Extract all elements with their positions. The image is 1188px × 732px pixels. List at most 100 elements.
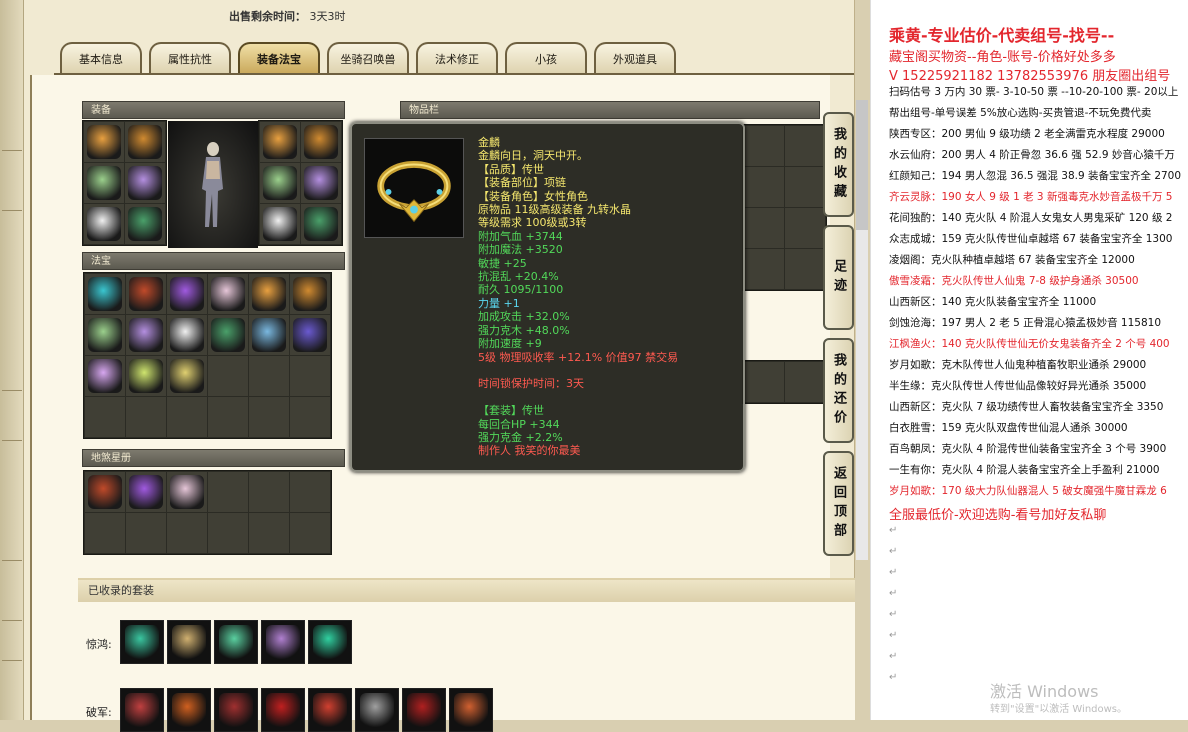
equipment-item-icon [304, 125, 338, 159]
fabao-slot[interactable] [290, 274, 330, 314]
fabao-slot[interactable] [208, 274, 248, 314]
inventory-slot[interactable] [744, 126, 784, 166]
tab-attributes[interactable]: 属性抗性 [149, 42, 231, 74]
suit-item-icon[interactable] [261, 620, 305, 664]
earth-star-slot[interactable] [85, 513, 125, 553]
suit-item-icon[interactable] [167, 688, 211, 732]
earth-star-slot[interactable] [249, 513, 289, 553]
suit-item-icon[interactable] [355, 688, 399, 732]
inventory-slot[interactable] [744, 249, 784, 289]
suit-item-icon[interactable] [308, 688, 352, 732]
equipment-slot[interactable] [125, 204, 165, 244]
fabao-slot[interactable] [249, 315, 289, 355]
suit-item-icon[interactable] [449, 688, 493, 732]
inventory-slot[interactable] [744, 362, 784, 402]
fabao-slot[interactable] [126, 274, 166, 314]
suit-item-icon[interactable] [214, 688, 258, 732]
equipment-slot[interactable] [125, 163, 165, 203]
tab-children[interactable]: 小孩 [505, 42, 587, 74]
inventory-panel-title: 物品栏 [400, 101, 820, 119]
fabao-slot[interactable] [85, 274, 125, 314]
inventory-slot[interactable] [785, 362, 825, 402]
tab-spell-correction[interactable]: 法术修正 [416, 42, 498, 74]
equipment-slot[interactable] [301, 204, 341, 244]
fabao-slot[interactable] [290, 356, 330, 396]
price-list-line: 凌烟阁：克火队种植卓越塔 67 装备宝宝齐全 12000 [889, 254, 1135, 266]
fabao-slot[interactable] [249, 274, 289, 314]
suit-item-icon[interactable] [261, 688, 305, 732]
earth-star-slot[interactable] [167, 513, 207, 553]
price-list-line: 岁月如歌：170 级大力队仙器混人 5 破女魔强牛魔甘霖龙 6 [889, 485, 1167, 497]
item-attribute-line: 原物品 11级高级装备 九转水晶 [478, 203, 631, 217]
suit-item-icon[interactable] [402, 688, 446, 732]
footprint-button[interactable]: 足迹 [823, 225, 854, 330]
back-to-top-button[interactable]: 返回顶部 [823, 451, 854, 556]
inventory-slot[interactable] [744, 208, 784, 248]
fabao-slot[interactable] [290, 315, 330, 355]
tab-basic-info[interactable]: 基本信息 [60, 42, 142, 74]
my-favorites-button[interactable]: 我的收藏 [823, 112, 854, 217]
suit-item-icon[interactable] [120, 688, 164, 732]
inventory-slot[interactable] [744, 167, 784, 207]
earth-star-slot[interactable] [167, 472, 207, 512]
price-list-line: 江枫渔火：140 克火队传世仙无价女鬼装备齐全 2 个号 400 [889, 338, 1170, 350]
equipment-slot[interactable] [301, 122, 341, 162]
fabao-item-icon [293, 277, 327, 311]
earth-star-slot[interactable] [208, 513, 248, 553]
suit-item-icon[interactable] [120, 620, 164, 664]
price-list-line: 齐云灵脉：190 女人 9 级 1 老 3 新强毒克水妙音孟极千万 5 [889, 191, 1173, 203]
equipment-slot[interactable] [84, 122, 124, 162]
earth-star-slot[interactable] [126, 472, 166, 512]
fabao-slot[interactable] [126, 356, 166, 396]
equipment-slot[interactable] [125, 122, 165, 162]
suit-item-icon[interactable] [167, 620, 211, 664]
page-scrollbar-thumb[interactable] [856, 100, 868, 230]
earth-star-slot[interactable] [208, 472, 248, 512]
suit-item-icon[interactable] [308, 620, 352, 664]
fabao-slot[interactable] [85, 397, 125, 437]
item-attribute-line [478, 391, 740, 404]
fabao-slot[interactable] [85, 356, 125, 396]
tab-equipment-fabao[interactable]: 装备法宝 [238, 42, 320, 74]
equipment-slot[interactable] [301, 163, 341, 203]
earth-star-slot[interactable] [85, 472, 125, 512]
inventory-slot[interactable] [785, 167, 825, 207]
earth-star-slot[interactable] [290, 472, 330, 512]
tab-mounts-summons[interactable]: 坐骑召唤兽 [327, 42, 409, 74]
equipment-slot[interactable] [260, 122, 300, 162]
fabao-slot[interactable] [290, 397, 330, 437]
equipment-slot[interactable] [84, 204, 124, 244]
fabao-slot[interactable] [167, 274, 207, 314]
earth-star-slot[interactable] [126, 513, 166, 553]
fabao-slot[interactable] [208, 315, 248, 355]
fabao-item-icon [88, 277, 122, 311]
fabao-slot[interactable] [208, 397, 248, 437]
suit-item-icon[interactable] [214, 620, 258, 664]
fabao-slot[interactable] [85, 315, 125, 355]
fabao-slot[interactable] [167, 397, 207, 437]
price-list-line: 陕西专区：200 男仙 9 级功绩 2 老全满雷克水程度 29000 [889, 128, 1165, 140]
inventory-slot[interactable] [785, 208, 825, 248]
fabao-slot[interactable] [167, 315, 207, 355]
fabao-slot[interactable] [249, 397, 289, 437]
fabao-slot[interactable] [126, 397, 166, 437]
my-counteroffer-button[interactable]: 我的还价 [823, 338, 854, 443]
equipment-slot[interactable] [260, 163, 300, 203]
equipment-grid-right [258, 120, 343, 246]
equipment-slot[interactable] [260, 204, 300, 244]
fabao-slot[interactable] [167, 356, 207, 396]
fabao-slot[interactable] [126, 315, 166, 355]
tab-appearance[interactable]: 外观道具 [594, 42, 676, 74]
inventory-slot[interactable] [785, 126, 825, 166]
paragraph-mark: ↵ [889, 567, 898, 578]
equipment-slot[interactable] [84, 163, 124, 203]
fabao-slot[interactable] [249, 356, 289, 396]
timer-value: 3天3时 [309, 10, 346, 23]
earth-star-slot[interactable] [290, 513, 330, 553]
item-attribute-list: 金麟 金麟向日，洞天中开。 【品质】传世 【装备部位】项链 【装备角色】女性角色 原物品 … [478, 136, 740, 458]
fabao-slot[interactable] [208, 356, 248, 396]
earth-star-slot[interactable] [249, 472, 289, 512]
inventory-slot[interactable] [785, 249, 825, 289]
item-attribute-line: 强力克木 +48.0% [478, 323, 570, 337]
equipment-item-icon [263, 125, 297, 159]
